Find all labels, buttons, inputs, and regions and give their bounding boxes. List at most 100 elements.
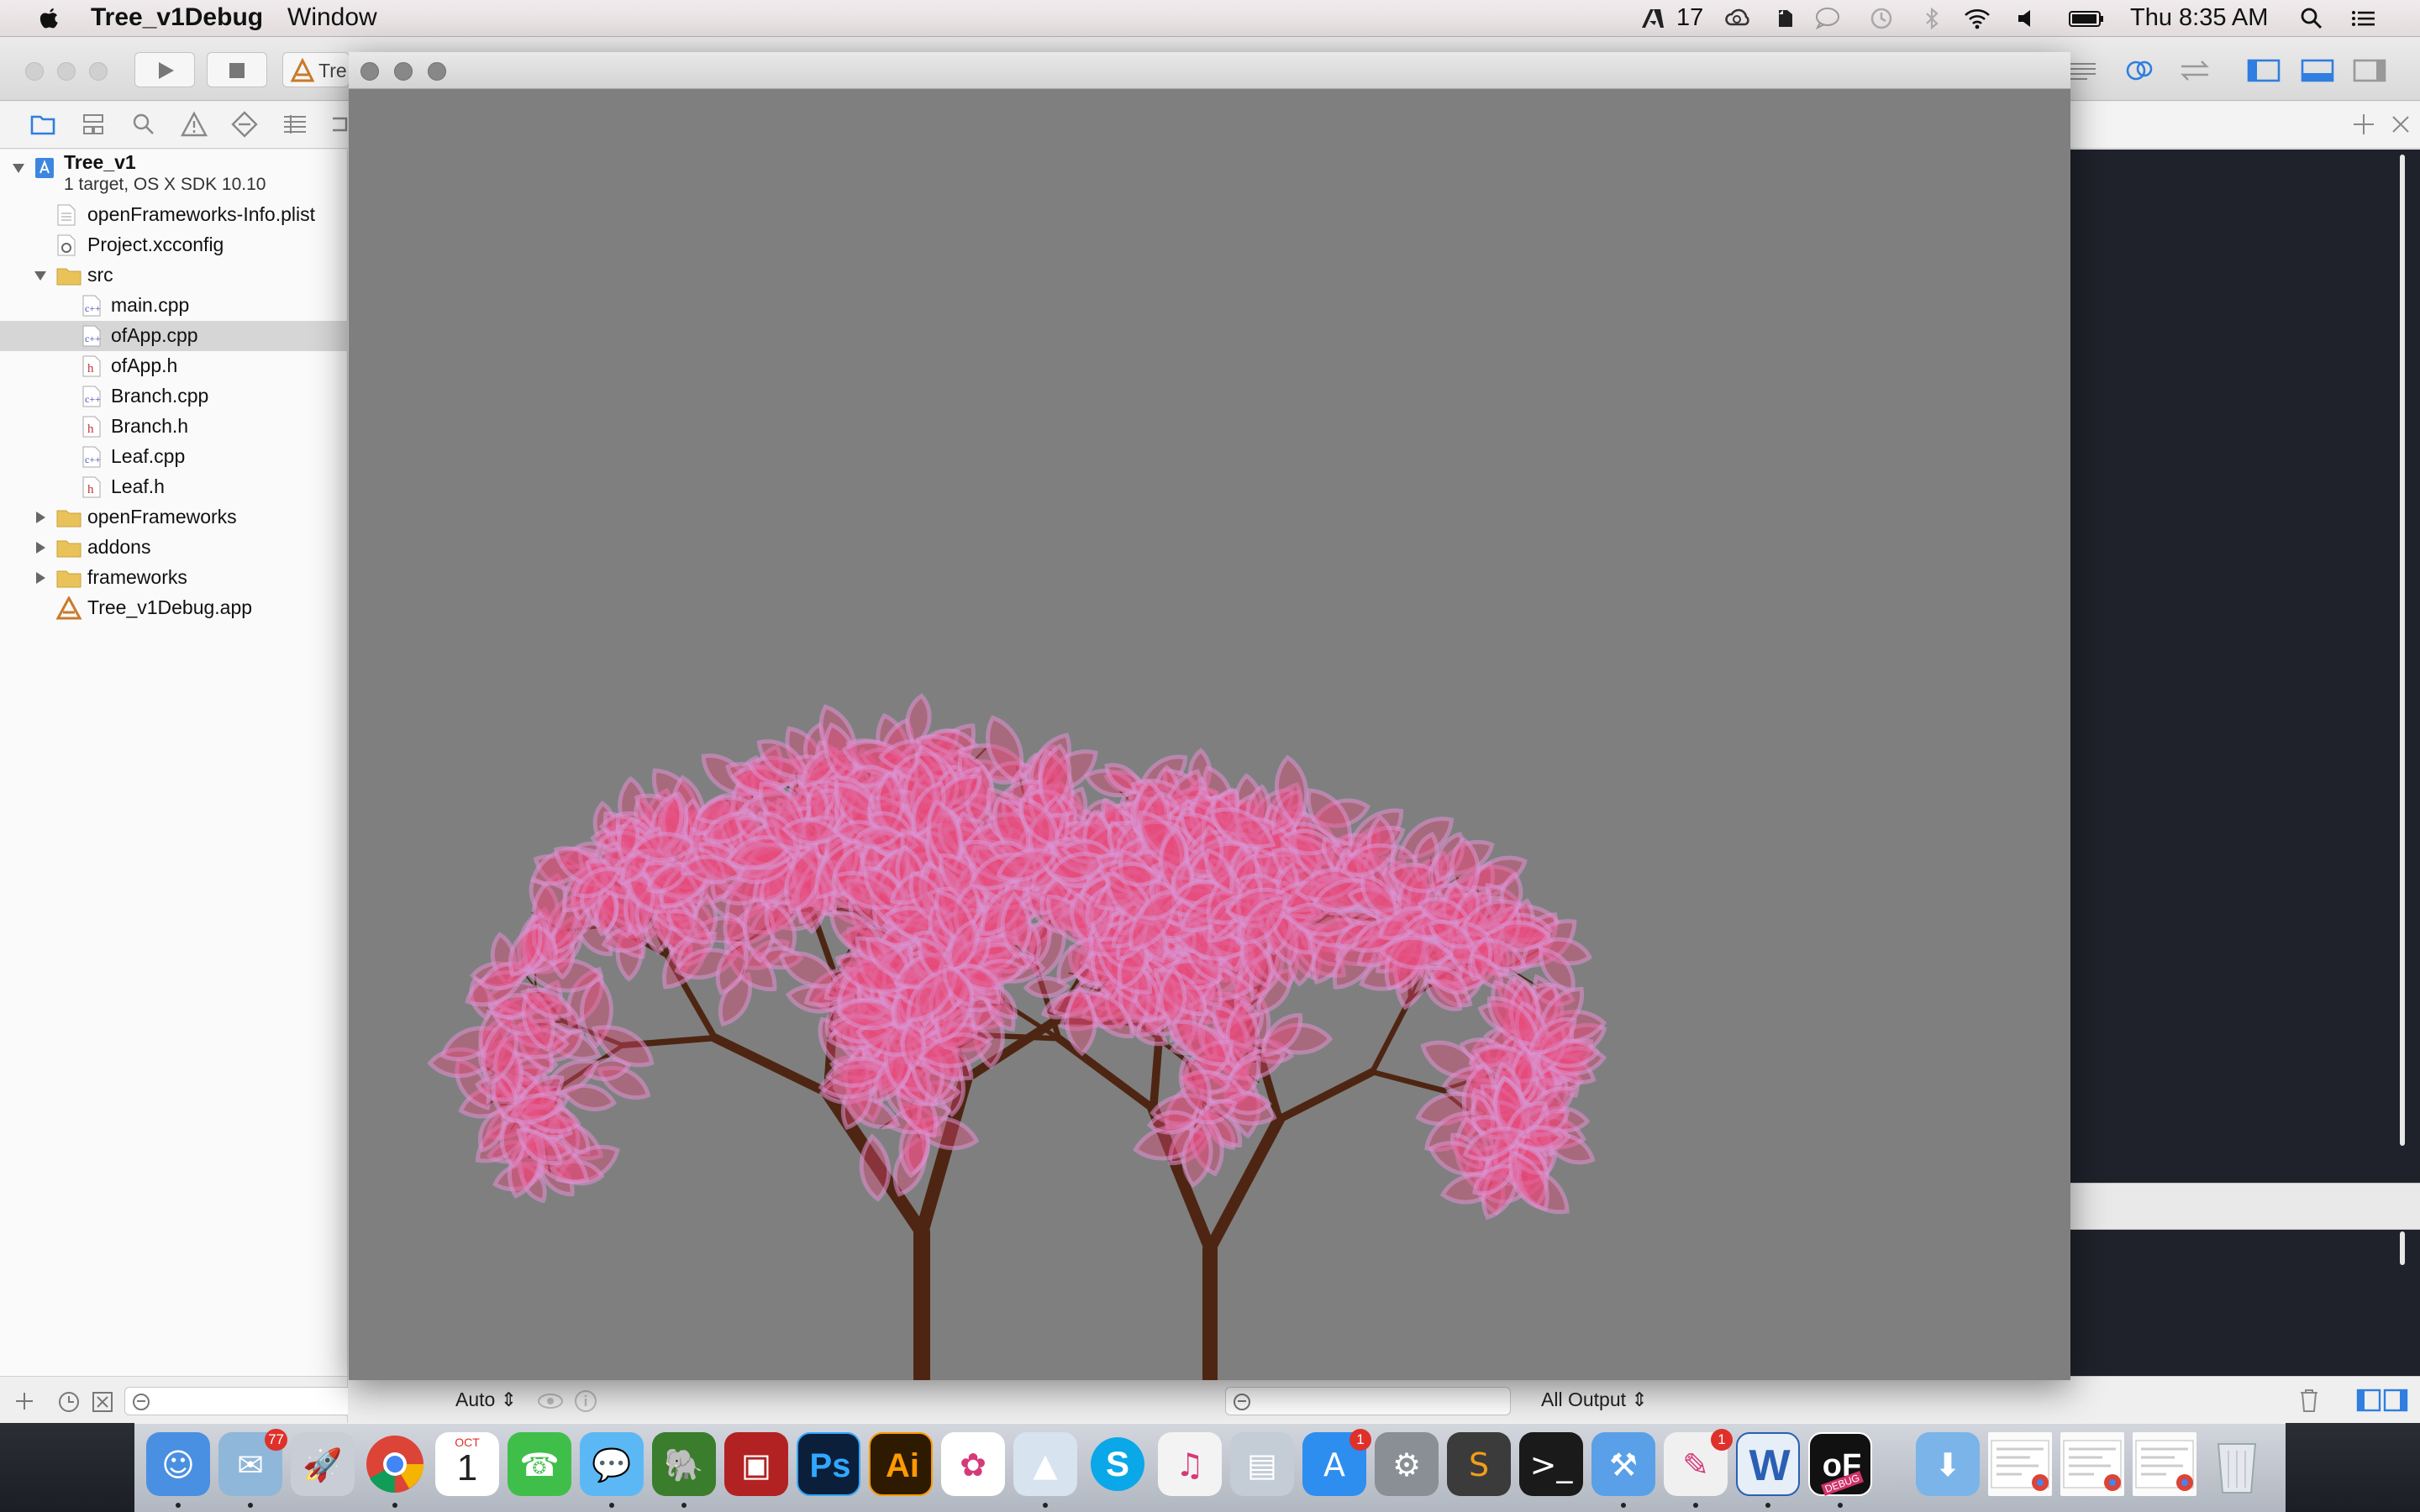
assistant-editor-icon[interactable] bbox=[2124, 57, 2158, 84]
file-row[interactable]: c++ main.cpp bbox=[0, 291, 348, 321]
dock-xcode[interactable]: ⚒ bbox=[1591, 1432, 1655, 1496]
dock-system-preferences[interactable]: ⚙ bbox=[1375, 1432, 1439, 1496]
dock-photos[interactable]: ✿ bbox=[941, 1432, 1005, 1496]
file-row[interactable]: h Leaf.h bbox=[0, 472, 348, 502]
console-output[interactable] bbox=[2069, 1230, 2420, 1376]
version-editor-icon[interactable] bbox=[2176, 57, 2213, 84]
wifi-icon[interactable] bbox=[1963, 6, 1991, 31]
recent-files-icon[interactable] bbox=[57, 1390, 81, 1414]
disclosure-triangle-open-icon[interactable] bbox=[12, 161, 25, 175]
close-editor-icon[interactable] bbox=[2390, 113, 2412, 135]
project-navigator-icon[interactable] bbox=[29, 110, 57, 139]
dock-preview[interactable]: ▤ bbox=[1230, 1432, 1294, 1496]
creative-cloud-icon[interactable] bbox=[1724, 6, 1753, 31]
run-button[interactable] bbox=[134, 52, 195, 87]
volume-icon[interactable] bbox=[2015, 6, 2044, 31]
dock-photoshop[interactable]: Ps bbox=[797, 1432, 860, 1496]
menu-window[interactable]: Window bbox=[287, 3, 377, 32]
file-row[interactable]: c++ Leaf.cpp bbox=[0, 442, 348, 472]
debug-layout-icon[interactable] bbox=[2354, 1387, 2410, 1414]
output-mode-select[interactable]: All Output ⇕ bbox=[1541, 1389, 1648, 1411]
dock-chrome-window-3[interactable] bbox=[2133, 1432, 2196, 1496]
evernote-icon[interactable] bbox=[1771, 6, 1800, 31]
disclosure-triangle-open-icon[interactable] bbox=[34, 269, 47, 282]
xcode-minimize-button[interactable] bbox=[57, 62, 76, 81]
add-editor-icon[interactable] bbox=[2351, 112, 2376, 137]
menu-clock[interactable]: Thu 8:35 AM bbox=[2130, 4, 2268, 32]
xcode-zoom-button[interactable] bbox=[89, 62, 108, 81]
messages-icon[interactable] bbox=[1813, 6, 1842, 31]
file-row[interactable]: h Branch.h bbox=[0, 412, 348, 442]
app-zoom-button[interactable] bbox=[428, 62, 446, 81]
app-minimize-button[interactable] bbox=[394, 62, 413, 81]
dock-mail[interactable]: ✉ 77 bbox=[218, 1429, 287, 1496]
issue-navigator-icon[interactable] bbox=[180, 110, 208, 139]
battery-icon[interactable] bbox=[2067, 6, 2106, 31]
debug-navigator-icon[interactable] bbox=[281, 110, 309, 139]
stop-button[interactable] bbox=[207, 52, 267, 87]
file-row[interactable]: h ofApp.h bbox=[0, 351, 348, 381]
disclosure-triangle-closed-icon[interactable] bbox=[34, 541, 47, 554]
breakpoint-navigator-icon[interactable] bbox=[331, 110, 348, 139]
standard-editor-icon[interactable] bbox=[2067, 59, 2099, 82]
file-row[interactable]: Tree_v1Debug.app bbox=[0, 593, 348, 623]
toggle-debug-area-icon[interactable] bbox=[2299, 57, 2336, 84]
adobe-icon[interactable] bbox=[1639, 6, 1667, 31]
scheme-selector[interactable]: Tre bbox=[282, 52, 350, 87]
app-close-button[interactable] bbox=[360, 62, 379, 81]
dock-sublime-text[interactable]: S bbox=[1447, 1432, 1511, 1496]
dock-word[interactable]: W bbox=[1736, 1432, 1800, 1496]
tree-app-window[interactable] bbox=[349, 52, 2070, 1380]
source-editor[interactable] bbox=[2069, 150, 2420, 1183]
xcode-close-button[interactable] bbox=[25, 62, 44, 81]
time-machine-icon[interactable] bbox=[1867, 6, 1896, 31]
dock-chrome[interactable] bbox=[363, 1432, 427, 1496]
disclosure-triangle-closed-icon[interactable] bbox=[34, 571, 47, 585]
dock-calendar[interactable]: OCT 1 bbox=[435, 1432, 499, 1496]
source-control-filter-icon[interactable] bbox=[91, 1390, 114, 1414]
dock-chrome-window-2[interactable] bbox=[2060, 1432, 2124, 1496]
variables-filter-input[interactable] bbox=[1225, 1387, 1511, 1415]
info-icon[interactable] bbox=[573, 1389, 598, 1414]
disclosure-triangle-closed-icon[interactable] bbox=[34, 511, 47, 524]
toggle-navigator-icon[interactable] bbox=[2245, 57, 2282, 84]
trash-console-icon[interactable] bbox=[2297, 1387, 2321, 1414]
dock-finder[interactable]: ☺ bbox=[146, 1432, 210, 1496]
dock-pixelmator[interactable]: ✎ 1 bbox=[1664, 1429, 1733, 1496]
spotlight-icon[interactable] bbox=[2297, 6, 2326, 31]
file-row[interactable]: src bbox=[0, 260, 348, 291]
toggle-utilities-icon[interactable] bbox=[2351, 57, 2388, 84]
file-row[interactable]: openFrameworks bbox=[0, 502, 348, 533]
test-navigator-icon[interactable] bbox=[230, 110, 259, 139]
find-navigator-icon[interactable] bbox=[129, 110, 158, 139]
project-row[interactable]: Tree_v1 1 target, OS X SDK 10.10 bbox=[0, 150, 348, 200]
file-row[interactable]: c++ Branch.cpp bbox=[0, 381, 348, 412]
apple-menu-icon[interactable] bbox=[34, 5, 64, 34]
dock-openframeworks-debug[interactable]: oF DEBUG bbox=[1808, 1432, 1872, 1496]
bluetooth-icon[interactable] bbox=[1918, 6, 1946, 31]
notification-center-icon[interactable] bbox=[2349, 6, 2378, 31]
dock-evernote[interactable]: 🐘 bbox=[652, 1432, 716, 1496]
dock-facetime[interactable]: ☎ bbox=[508, 1432, 571, 1496]
add-file-icon[interactable] bbox=[13, 1390, 35, 1412]
dock-trash[interactable] bbox=[2205, 1432, 2269, 1496]
dock-downloads-folder[interactable]: ⬇ bbox=[1916, 1432, 1980, 1496]
file-row[interactable]: frameworks bbox=[0, 563, 348, 593]
dock-terminal[interactable]: >_ bbox=[1519, 1432, 1583, 1496]
dock-chrome-window-1[interactable] bbox=[1988, 1432, 2052, 1496]
dock-skype[interactable]: S bbox=[1086, 1432, 1150, 1496]
quick-look-icon[interactable] bbox=[536, 1390, 565, 1412]
dock-messages[interactable]: 💬 bbox=[580, 1432, 644, 1496]
symbol-navigator-icon[interactable] bbox=[79, 110, 108, 139]
dock-keynote[interactable]: ▲ bbox=[1013, 1432, 1077, 1496]
variables-mode-select[interactable]: Auto ⇕ bbox=[455, 1389, 517, 1411]
file-row[interactable]: c++ ofApp.cpp bbox=[0, 321, 348, 351]
editor-scrollbar[interactable] bbox=[2396, 155, 2408, 1381]
dock-illustrator[interactable]: Ai bbox=[869, 1432, 933, 1496]
tree-canvas[interactable] bbox=[349, 90, 2070, 1380]
file-row[interactable]: Project.xcconfig bbox=[0, 230, 348, 260]
dock-photo-booth[interactable]: ▣ bbox=[724, 1432, 788, 1496]
file-row[interactable]: addons bbox=[0, 533, 348, 563]
dock-launchpad[interactable]: 🚀 bbox=[291, 1432, 355, 1496]
file-row[interactable]: openFrameworks-Info.plist bbox=[0, 200, 348, 230]
